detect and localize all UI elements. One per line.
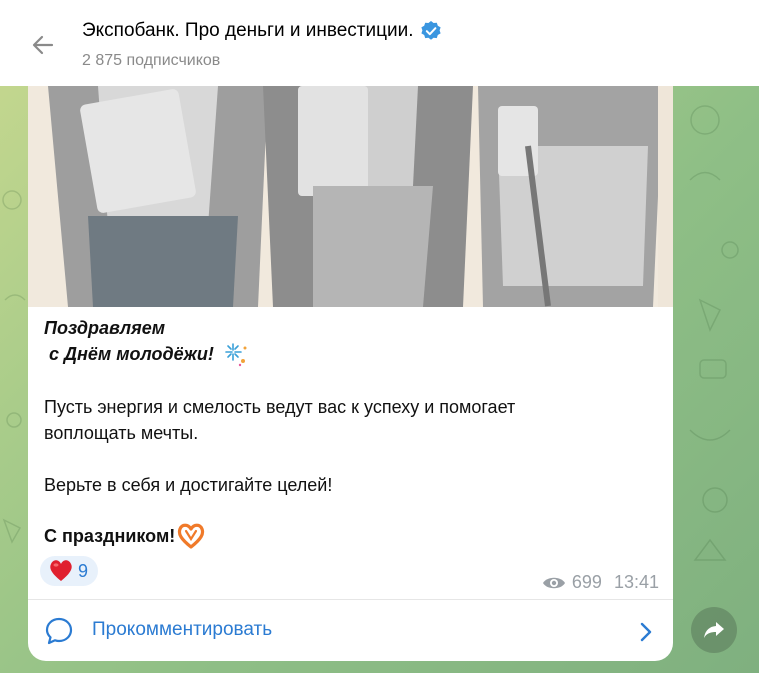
closing-line: С праздником! — [44, 523, 205, 549]
view-count: 699 — [571, 572, 602, 592]
share-arrow-icon — [704, 622, 724, 638]
eye-icon — [542, 577, 565, 588]
channel-post: Поздравляем с Днём молодёжи! Пусть энерг… — [28, 86, 673, 661]
chevron-right-icon — [640, 622, 652, 642]
greeting-line-1: Поздравляем — [44, 318, 166, 338]
comment-label: Прокомментировать — [92, 619, 273, 640]
closing-text: С праздником! — [44, 526, 176, 546]
back-button[interactable] — [26, 28, 60, 62]
channel-title[interactable]: Экспобанк. Про деньги и инвестиции. — [82, 20, 442, 42]
reaction-count: 9 — [78, 560, 89, 581]
arrow-left-icon — [32, 35, 54, 55]
greeting-line-2: с Днём молодёжи! — [44, 341, 249, 367]
post-photo[interactable] — [28, 86, 673, 307]
verified-badge-icon — [420, 21, 441, 40]
orange-heart-icon — [178, 523, 205, 549]
post-meta: 699 13:41 — [542, 572, 659, 593]
channel-name: Экспобанк. Про деньги и инвестиции. — [82, 20, 414, 41]
paragraph-1-line-1: Пусть энергия и смелость ведут вас к усп… — [44, 397, 516, 417]
chat-header: Экспобанк. Про деньги и инвестиции. 2 87… — [0, 0, 759, 86]
people-photo-image — [28, 86, 673, 307]
paragraph-2: Верьте в себя и достигайте целей! — [44, 475, 333, 495]
heart-reaction-button[interactable]: 9 — [40, 556, 98, 586]
greeting-line-2-text: с Днём молодёжи! — [44, 344, 219, 364]
share-button[interactable] — [691, 607, 737, 653]
paragraph-1-line-2: воплощать мечты. — [44, 423, 199, 443]
comment-button[interactable]: Прокомментировать — [28, 600, 673, 661]
subscriber-count: 2 875 подписчиков — [82, 52, 221, 69]
sparkles-icon — [225, 343, 247, 367]
red-heart-icon — [50, 560, 72, 581]
post-time: 13:41 — [613, 572, 659, 592]
comment-bubble-icon — [45, 617, 73, 645]
